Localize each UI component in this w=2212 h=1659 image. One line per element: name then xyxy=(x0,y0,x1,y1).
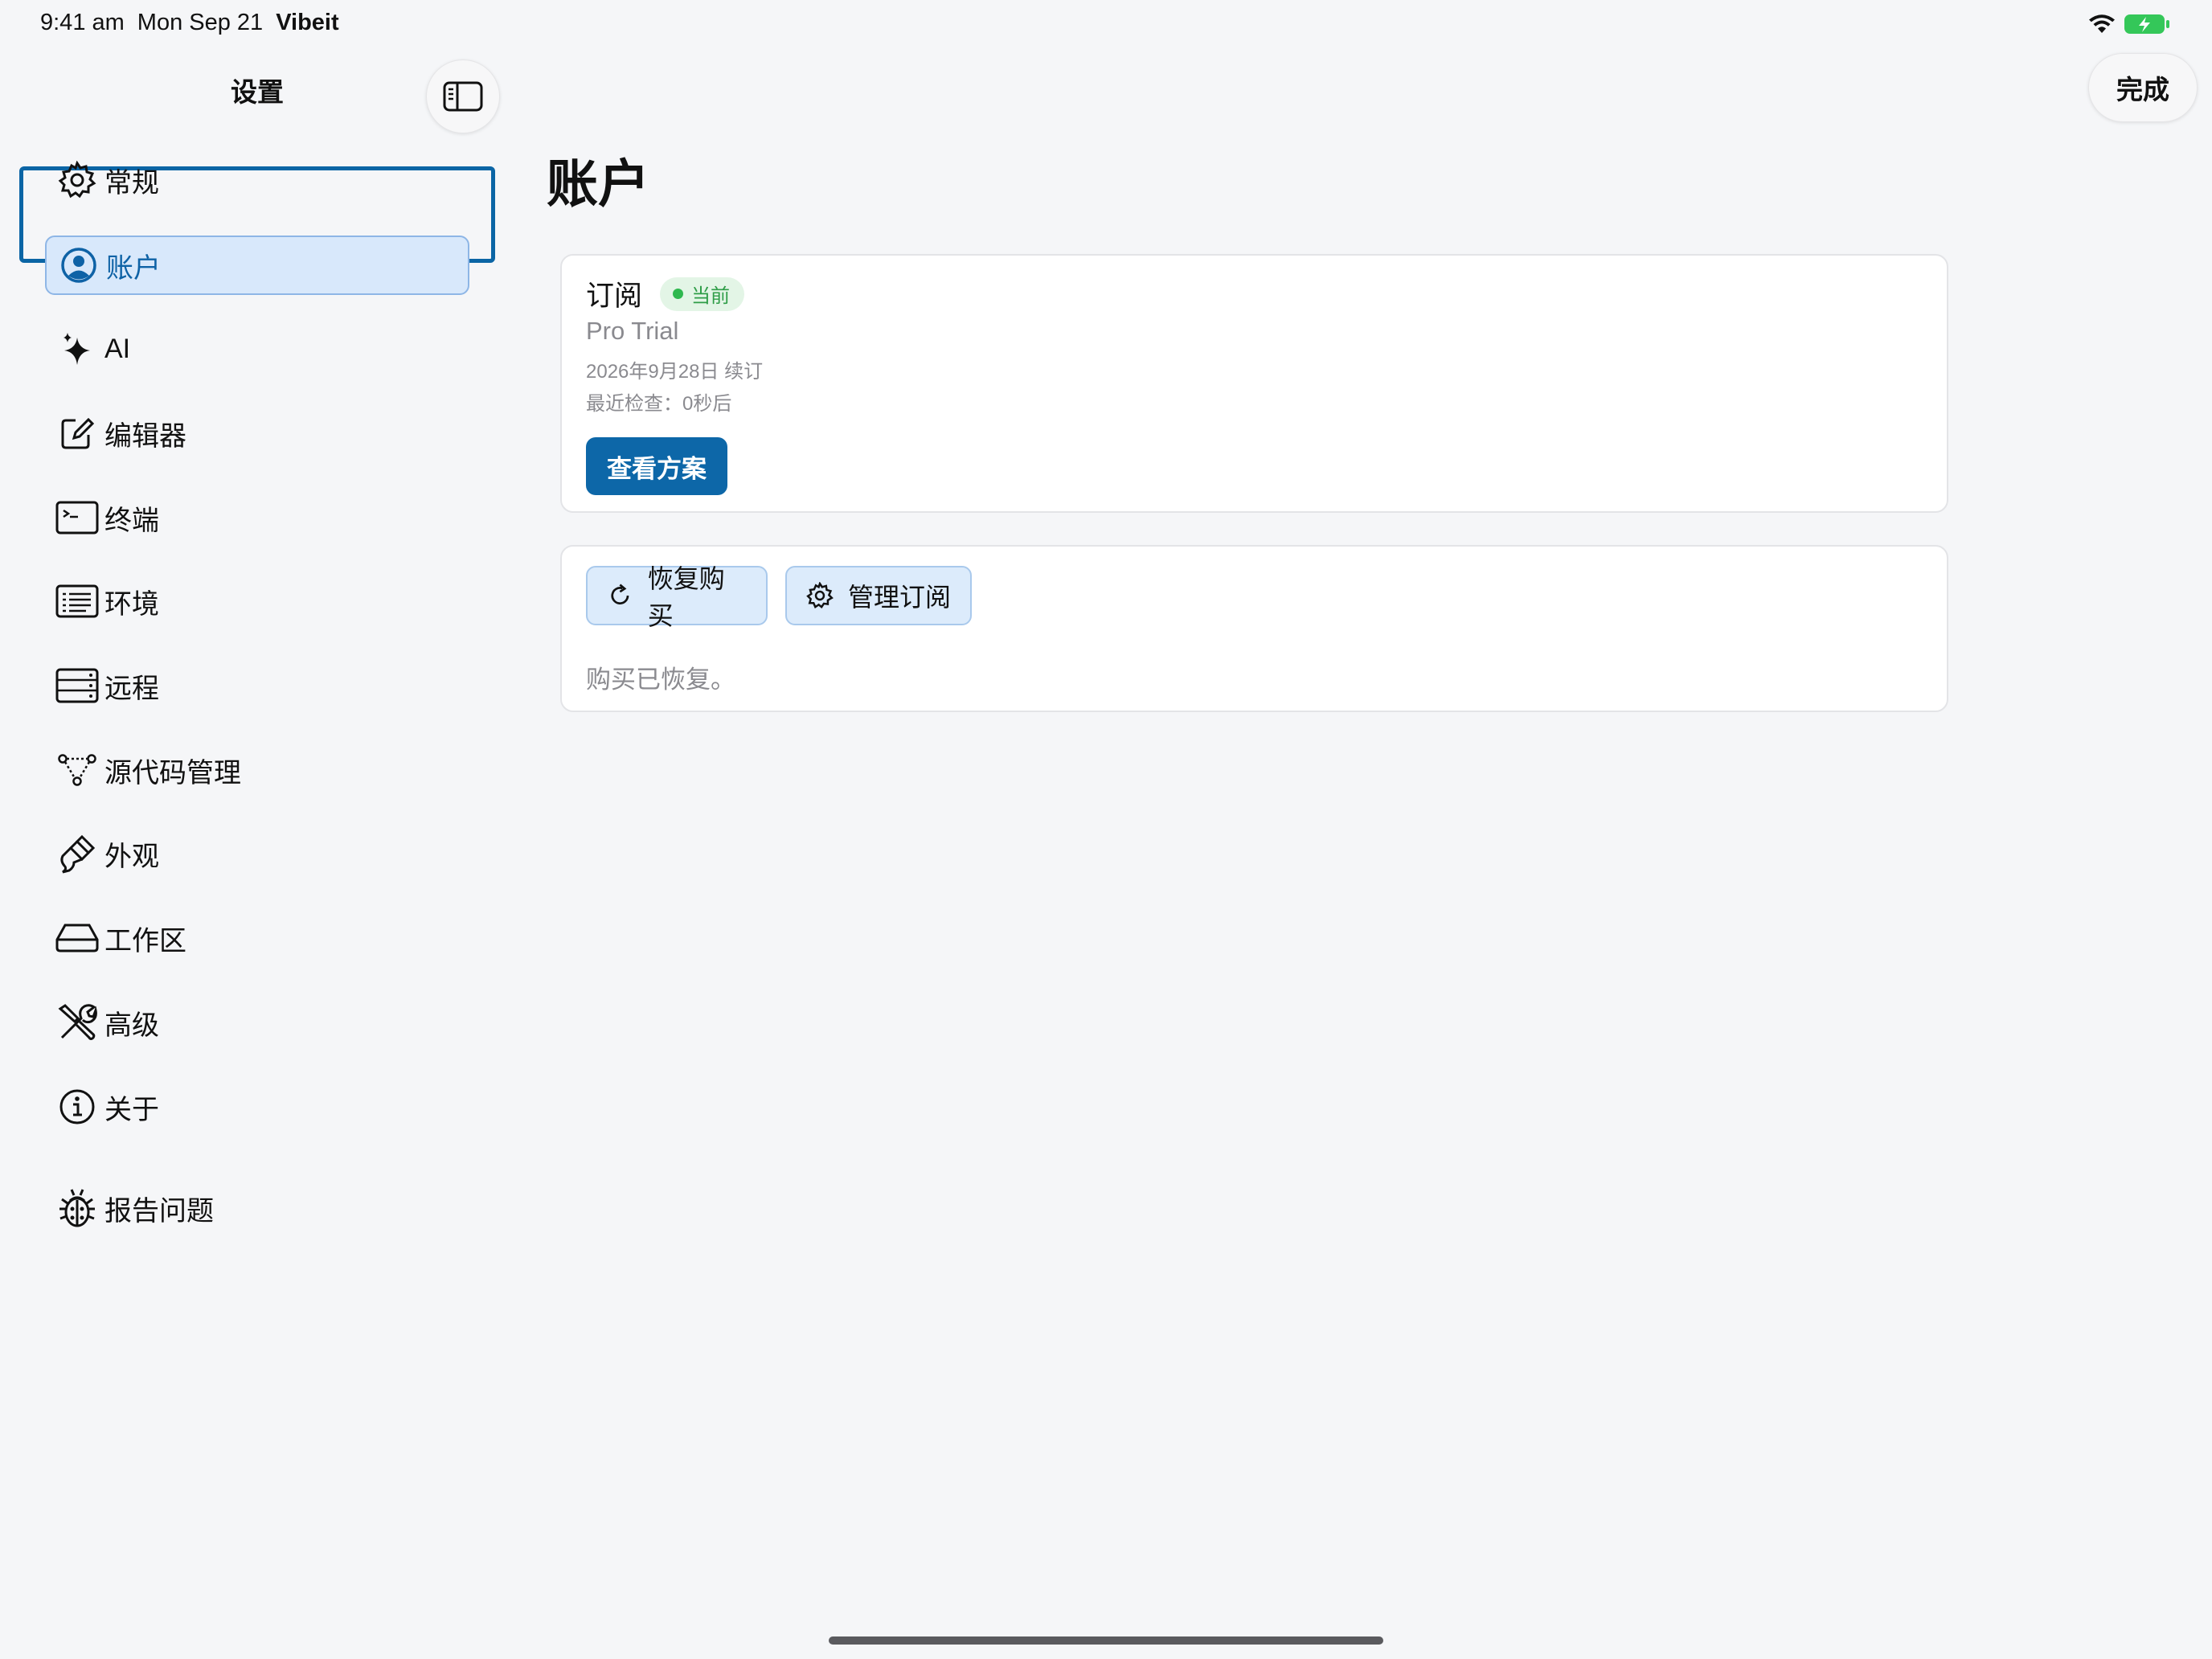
status-badge: 当前 xyxy=(660,276,745,311)
sidebar-item-label: 源代码管理 xyxy=(104,757,241,789)
sidebar-item-report-issue[interactable]: 报告问题 xyxy=(45,1178,469,1238)
status-badge-label: 当前 xyxy=(691,285,731,307)
wifi-icon xyxy=(2089,14,2115,33)
restore-purchases-label: 恢复购买 xyxy=(647,564,725,630)
gear-icon xyxy=(806,582,834,609)
sidebar-item-label: 常规 xyxy=(104,167,159,199)
sidebar-item-workspace[interactable]: 工作区 xyxy=(45,908,469,968)
purchase-actions-card: 恢复购买 管理订阅 购买已恢复。 xyxy=(560,545,1948,712)
subscription-header: 订阅 当前 xyxy=(586,273,745,314)
restore-purchases-button[interactable]: 恢复购买 xyxy=(586,564,768,630)
status-time: 9:41 am xyxy=(40,10,125,35)
sidebar-item-general[interactable]: 常规 xyxy=(45,150,469,210)
subscription-heading: 订阅 xyxy=(586,281,643,312)
sidebar-item-remote[interactable]: 远程 xyxy=(45,656,469,715)
sidebar-item-ai[interactable]: AI xyxy=(45,319,469,379)
renewal-date: 2026年9月28日 续订 xyxy=(586,361,764,383)
plan-name: Pro Trial xyxy=(586,317,679,345)
home-indicator[interactable] xyxy=(829,1636,1383,1645)
view-plans-button[interactable]: 查看方案 xyxy=(586,437,727,495)
sidebar-item-account[interactable]: 账户 xyxy=(45,236,469,295)
restore-status-message: 购买已恢复。 xyxy=(586,666,735,694)
done-button[interactable]: 完成 xyxy=(2088,53,2198,122)
manage-subscription-label: 管理订阅 xyxy=(848,583,952,612)
status-bar: 9:41 am Mon Sep 21 Vibeit xyxy=(0,0,2212,51)
sidebar-item-label: 外观 xyxy=(104,841,159,872)
sidebar-item-about[interactable]: 关于 xyxy=(45,1077,469,1137)
sidebar-item-environment[interactable]: 环境 xyxy=(45,571,469,631)
status-dot-icon xyxy=(673,289,684,299)
sidebar-item-editor[interactable]: 编辑器 xyxy=(45,403,469,463)
status-indicators xyxy=(2088,13,2170,35)
sidebar-item-label: AI xyxy=(104,333,131,364)
page-title: 账户 xyxy=(547,155,649,213)
sidebar-item-appearance[interactable]: 外观 xyxy=(45,824,469,883)
status-app-name: Vibeit xyxy=(276,10,339,35)
sidebar-item-label: 账户 xyxy=(106,252,161,284)
subscription-card: 订阅 当前 Pro Trial 2026年9月28日 续订 最近检查：0秒后 查… xyxy=(560,254,1948,513)
status-clock: 9:41 am Mon Sep 21 Vibeit xyxy=(40,10,339,36)
sidebar-item-advanced[interactable]: 高级 xyxy=(45,993,469,1052)
refresh-icon xyxy=(611,584,629,605)
last-checked: 最近检查：0秒后 xyxy=(586,393,732,415)
status-date: Mon Sep 21 xyxy=(137,10,264,35)
sidebar-item-label: 远程 xyxy=(104,673,159,704)
sidebar-toggle-button[interactable] xyxy=(426,59,500,133)
manage-subscription-button[interactable]: 管理订阅 xyxy=(785,566,972,625)
sidebar-icon xyxy=(443,81,483,112)
sidebar-item-label: 高级 xyxy=(104,1010,159,1041)
sidebar-item-label: 环境 xyxy=(104,588,159,620)
sidebar-item-label: 关于 xyxy=(104,1094,159,1125)
battery-charging-icon xyxy=(2124,14,2169,34)
sidebar-item-source-control[interactable]: 源代码管理 xyxy=(45,740,469,800)
sidebar-item-label: 工作区 xyxy=(104,925,186,956)
sidebar-item-label: 编辑器 xyxy=(104,420,186,452)
sidebar-item-label: 终端 xyxy=(104,505,159,536)
sidebar-item-label: 报告问题 xyxy=(104,1195,214,1227)
sidebar-item-terminal[interactable]: 终端 xyxy=(45,488,469,547)
